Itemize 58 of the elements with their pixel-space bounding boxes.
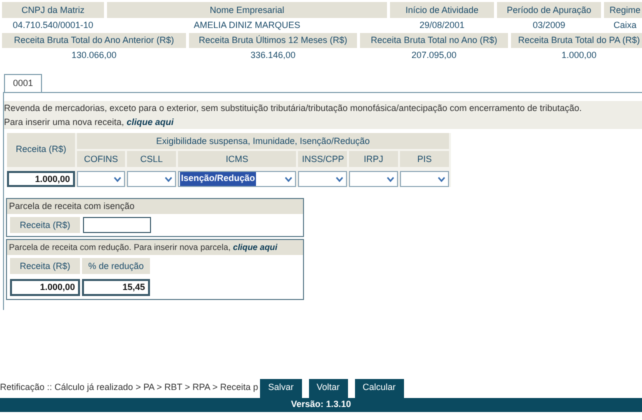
column-header: PIS	[400, 151, 449, 167]
column-header: COFINS	[77, 151, 125, 167]
summary-value: 130.066,00	[70, 49, 118, 62]
summary-value: AMELIA DINIZ MARQUES	[192, 19, 302, 32]
column-header: Receita (R$)	[7, 133, 75, 167]
summary-value: 04.710.540/0001-10	[12, 19, 94, 32]
revenue-input-field[interactable]	[83, 217, 151, 233]
action-button[interactable]: Salvar	[260, 378, 302, 398]
column-header: Receita Bruta Total no Ano (R$)	[360, 33, 508, 48]
column-header: IRPJ	[349, 151, 398, 167]
dropdown-caret-icon	[387, 176, 394, 182]
column-header: INSS/CPP	[298, 151, 347, 167]
column-header: Receita Bruta Total do Ano Anterior (R$)	[2, 33, 186, 48]
revenue-field[interactable]: 1.000,00	[10, 279, 80, 296]
click-here-link[interactable]: clique aqui	[126, 117, 174, 127]
dropdown-caret-icon	[114, 176, 121, 182]
column-header: Receita Bruta Total do PA (R$)	[511, 33, 642, 48]
column-header: Início de Atividade	[390, 2, 494, 18]
column-header: CNPJ da Matriz	[2, 2, 104, 18]
summary-value: 29/08/2001	[418, 19, 466, 32]
breadcrumb-text: Retificação :: Cálculo já realizado > PA > RBT > RPA > Receita p	[0, 381, 258, 394]
column-header: % de redução	[82, 258, 150, 274]
dropdown-caret-icon	[285, 176, 292, 182]
summary-value: 1.000,00	[560, 49, 598, 62]
column-header: Exigibilidade suspensa, Imunidade, Isenção/Redução	[77, 133, 449, 149]
tax-dropdown[interactable]: Isenção/Redução	[178, 171, 296, 187]
tax-dropdown[interactable]	[298, 171, 347, 187]
tax-dropdown[interactable]	[349, 171, 398, 187]
column-header: Período de Apuração	[497, 2, 601, 18]
dropdown-caret-icon	[438, 176, 445, 182]
summary-value: 336.146,00	[249, 49, 297, 62]
version-text: Versão: 1.3.10	[290, 398, 352, 412]
column-header: Regime	[604, 2, 642, 18]
tax-dropdown[interactable]	[400, 171, 449, 187]
column-header: Receita Bruta Últimos 12 Meses (R$)	[189, 33, 357, 48]
click-here-link[interactable]: clique aqui	[232, 242, 278, 252]
summary-value: 207.095,00	[410, 49, 458, 62]
tax-dropdown[interactable]	[77, 171, 125, 187]
action-button[interactable]: Voltar	[308, 378, 348, 398]
revenue-field[interactable]: 1.000,00	[7, 171, 75, 187]
column-header: CSLL	[127, 151, 176, 167]
panel-title: Parcela de receita com redução. Para inserir nova parcela, clique aqui	[7, 240, 303, 255]
column-header: Receita (R$)	[10, 217, 80, 233]
summary-value: 03/2009	[532, 19, 566, 32]
tab[interactable]: 0001	[4, 74, 42, 92]
dropdown-caret-icon	[336, 176, 343, 182]
column-header: Nome Empresarial	[107, 2, 387, 18]
tax-dropdown[interactable]	[127, 171, 176, 187]
summary-value: Caixa	[612, 19, 638, 32]
description-text: Revenda de mercadorias, exceto para o exterior, sem substituição tributária/tributação monofásica/antecipação com encerramento de tributação.	[4, 102, 583, 115]
column-header: Receita (R$)	[10, 258, 80, 274]
dropdown-caret-icon	[165, 176, 172, 182]
dropdown-value: Isenção/Redução	[180, 172, 256, 186]
action-button[interactable]: Calcular	[354, 378, 404, 398]
insert-revenue-text: Para inserir uma nova receita, clique aqui	[4, 116, 175, 129]
column-header: ICMS	[178, 151, 296, 167]
reduction-percent-field[interactable]: 15,45	[82, 279, 150, 296]
panel-title: Parcela de receita com isenção	[7, 199, 303, 214]
